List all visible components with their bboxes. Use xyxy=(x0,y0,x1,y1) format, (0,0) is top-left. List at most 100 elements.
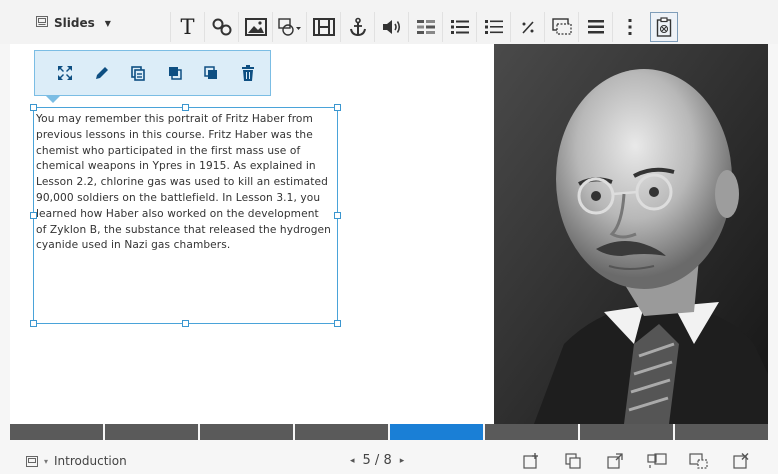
comment-tool-button[interactable] xyxy=(544,12,578,42)
table-icon xyxy=(416,20,435,34)
hide-slide-icon xyxy=(689,453,708,469)
element-edit-bar xyxy=(34,50,271,103)
resize-handle-ne[interactable] xyxy=(334,104,341,111)
table-tool-button[interactable] xyxy=(408,12,442,42)
link-icon xyxy=(212,18,231,36)
section-label: Introduction xyxy=(54,454,127,468)
import-slide-icon xyxy=(607,453,623,469)
progress-segment-6[interactable] xyxy=(485,424,578,440)
text-box[interactable]: You may remember this portrait of Fritz … xyxy=(30,104,341,327)
portrait-illustration xyxy=(494,44,768,424)
image-icon xyxy=(244,18,267,36)
resize-handle-sw[interactable] xyxy=(30,320,37,327)
list-tool-button[interactable] xyxy=(578,12,612,42)
slide-actions xyxy=(510,450,762,472)
video-icon xyxy=(312,18,335,36)
portrait-image[interactable] xyxy=(494,44,768,424)
top-toolbar: Slides ▼ T xyxy=(0,0,778,44)
text-line: 90,000 soldiers on the battlefield. In L… xyxy=(36,191,321,204)
text-line: Lesson 2.2, chlorine gas was used to kil… xyxy=(36,176,328,189)
bring-to-front-button[interactable] xyxy=(157,58,194,88)
add-slide-button[interactable] xyxy=(510,450,552,472)
text-line: learned how Haber also worked on the dev… xyxy=(36,207,319,220)
progress-segment-4[interactable] xyxy=(295,424,388,440)
math-icon xyxy=(521,21,534,34)
numbered-list-tool-button[interactable] xyxy=(476,12,510,42)
import-slide-button[interactable] xyxy=(594,450,636,472)
delete-icon xyxy=(241,65,254,81)
progress-segment-3[interactable] xyxy=(200,424,293,440)
slides-icon xyxy=(36,16,48,30)
delete-button[interactable] xyxy=(230,58,267,88)
duplicate-slide-icon xyxy=(565,453,581,469)
delete-slide-button[interactable] xyxy=(720,450,762,472)
section-selector[interactable]: ▾ Introduction xyxy=(26,454,127,468)
bullet-list-icon xyxy=(450,20,469,34)
slide-progress-bar xyxy=(10,424,768,440)
duplicate-slide-button[interactable] xyxy=(552,450,594,472)
previous-slide-button[interactable]: ◂ xyxy=(350,456,355,466)
comment-icon xyxy=(551,18,572,35)
image-tool-button[interactable] xyxy=(238,12,272,42)
next-slide-button[interactable]: ▸ xyxy=(400,456,405,466)
send-back-icon xyxy=(204,66,218,79)
resize-handle-e[interactable] xyxy=(334,212,341,219)
send-to-back-button[interactable] xyxy=(193,58,230,88)
shape-tool-button[interactable] xyxy=(272,12,306,42)
numbered-list-icon xyxy=(484,20,503,34)
chevron-down-icon: ▼ xyxy=(104,18,111,28)
anchor-tool-button[interactable] xyxy=(340,12,374,42)
progress-segment-1[interactable] xyxy=(10,424,103,440)
progress-segment-2[interactable] xyxy=(105,424,198,440)
comment-slide-icon xyxy=(647,453,667,468)
list-icon xyxy=(587,20,604,34)
shape-icon xyxy=(277,18,301,36)
text-box-content[interactable]: You may remember this portrait of Fritz … xyxy=(36,112,338,254)
insert-tools: T xyxy=(170,12,678,42)
comment-slide-button[interactable] xyxy=(636,450,678,472)
edit-button[interactable] xyxy=(84,58,121,88)
bring-front-icon xyxy=(168,67,182,80)
resize-handle-se[interactable] xyxy=(334,320,341,327)
chevron-down-icon: ▾ xyxy=(44,456,49,466)
section-icon xyxy=(26,455,38,467)
text-line: You may remember this portrait of Fritz … xyxy=(36,113,313,125)
paste-tool-button[interactable] xyxy=(650,12,678,42)
resize-handle-n[interactable] xyxy=(182,104,189,111)
paste-icon xyxy=(656,17,672,37)
hide-slide-button[interactable] xyxy=(678,450,720,472)
slides-label: Slides xyxy=(54,16,95,30)
move-icon xyxy=(58,66,73,80)
resize-handle-nw[interactable] xyxy=(30,104,37,111)
progress-segment-5[interactable] xyxy=(390,424,483,440)
text-line: of Zyklon B, the substance that released… xyxy=(36,223,331,236)
slide-canvas[interactable]: You may remember this portrait of Fritz … xyxy=(10,44,768,424)
edit-icon xyxy=(95,67,108,79)
bullet-list-tool-button[interactable] xyxy=(442,12,476,42)
duplicate-icon xyxy=(131,66,146,81)
progress-segment-7[interactable] xyxy=(580,424,673,440)
audio-tool-button[interactable] xyxy=(374,12,408,42)
resize-handle-w[interactable] xyxy=(30,212,37,219)
delete-slide-icon xyxy=(733,453,749,469)
math-tool-button[interactable] xyxy=(510,12,544,42)
text-line: cyanide used in Nazi gas chambers. xyxy=(36,239,231,252)
bottom-bar: ▾ Introduction ◂ 5 / 8 ▸ xyxy=(0,446,778,474)
duplicate-button[interactable] xyxy=(120,58,157,88)
text-line: chemical weapons in Ypres in 1915. As ex… xyxy=(36,160,316,173)
slides-dropdown[interactable]: Slides ▼ xyxy=(36,14,111,32)
page-indicator: 5 / 8 xyxy=(362,453,392,468)
resize-handle-s[interactable] xyxy=(182,320,189,327)
add-slide-icon xyxy=(523,453,538,469)
link-tool-button[interactable] xyxy=(204,12,238,42)
more-tool-button[interactable] xyxy=(612,12,646,42)
text-line: chemist who participated in the first ma… xyxy=(36,144,301,157)
move-button[interactable] xyxy=(47,58,84,88)
audio-icon xyxy=(382,20,400,34)
video-tool-button[interactable] xyxy=(306,12,340,42)
text-tool-button[interactable]: T xyxy=(170,12,204,42)
anchor-icon xyxy=(349,17,366,37)
text-icon: T xyxy=(180,15,195,39)
more-icon xyxy=(628,19,631,35)
progress-segment-8[interactable] xyxy=(675,424,768,440)
